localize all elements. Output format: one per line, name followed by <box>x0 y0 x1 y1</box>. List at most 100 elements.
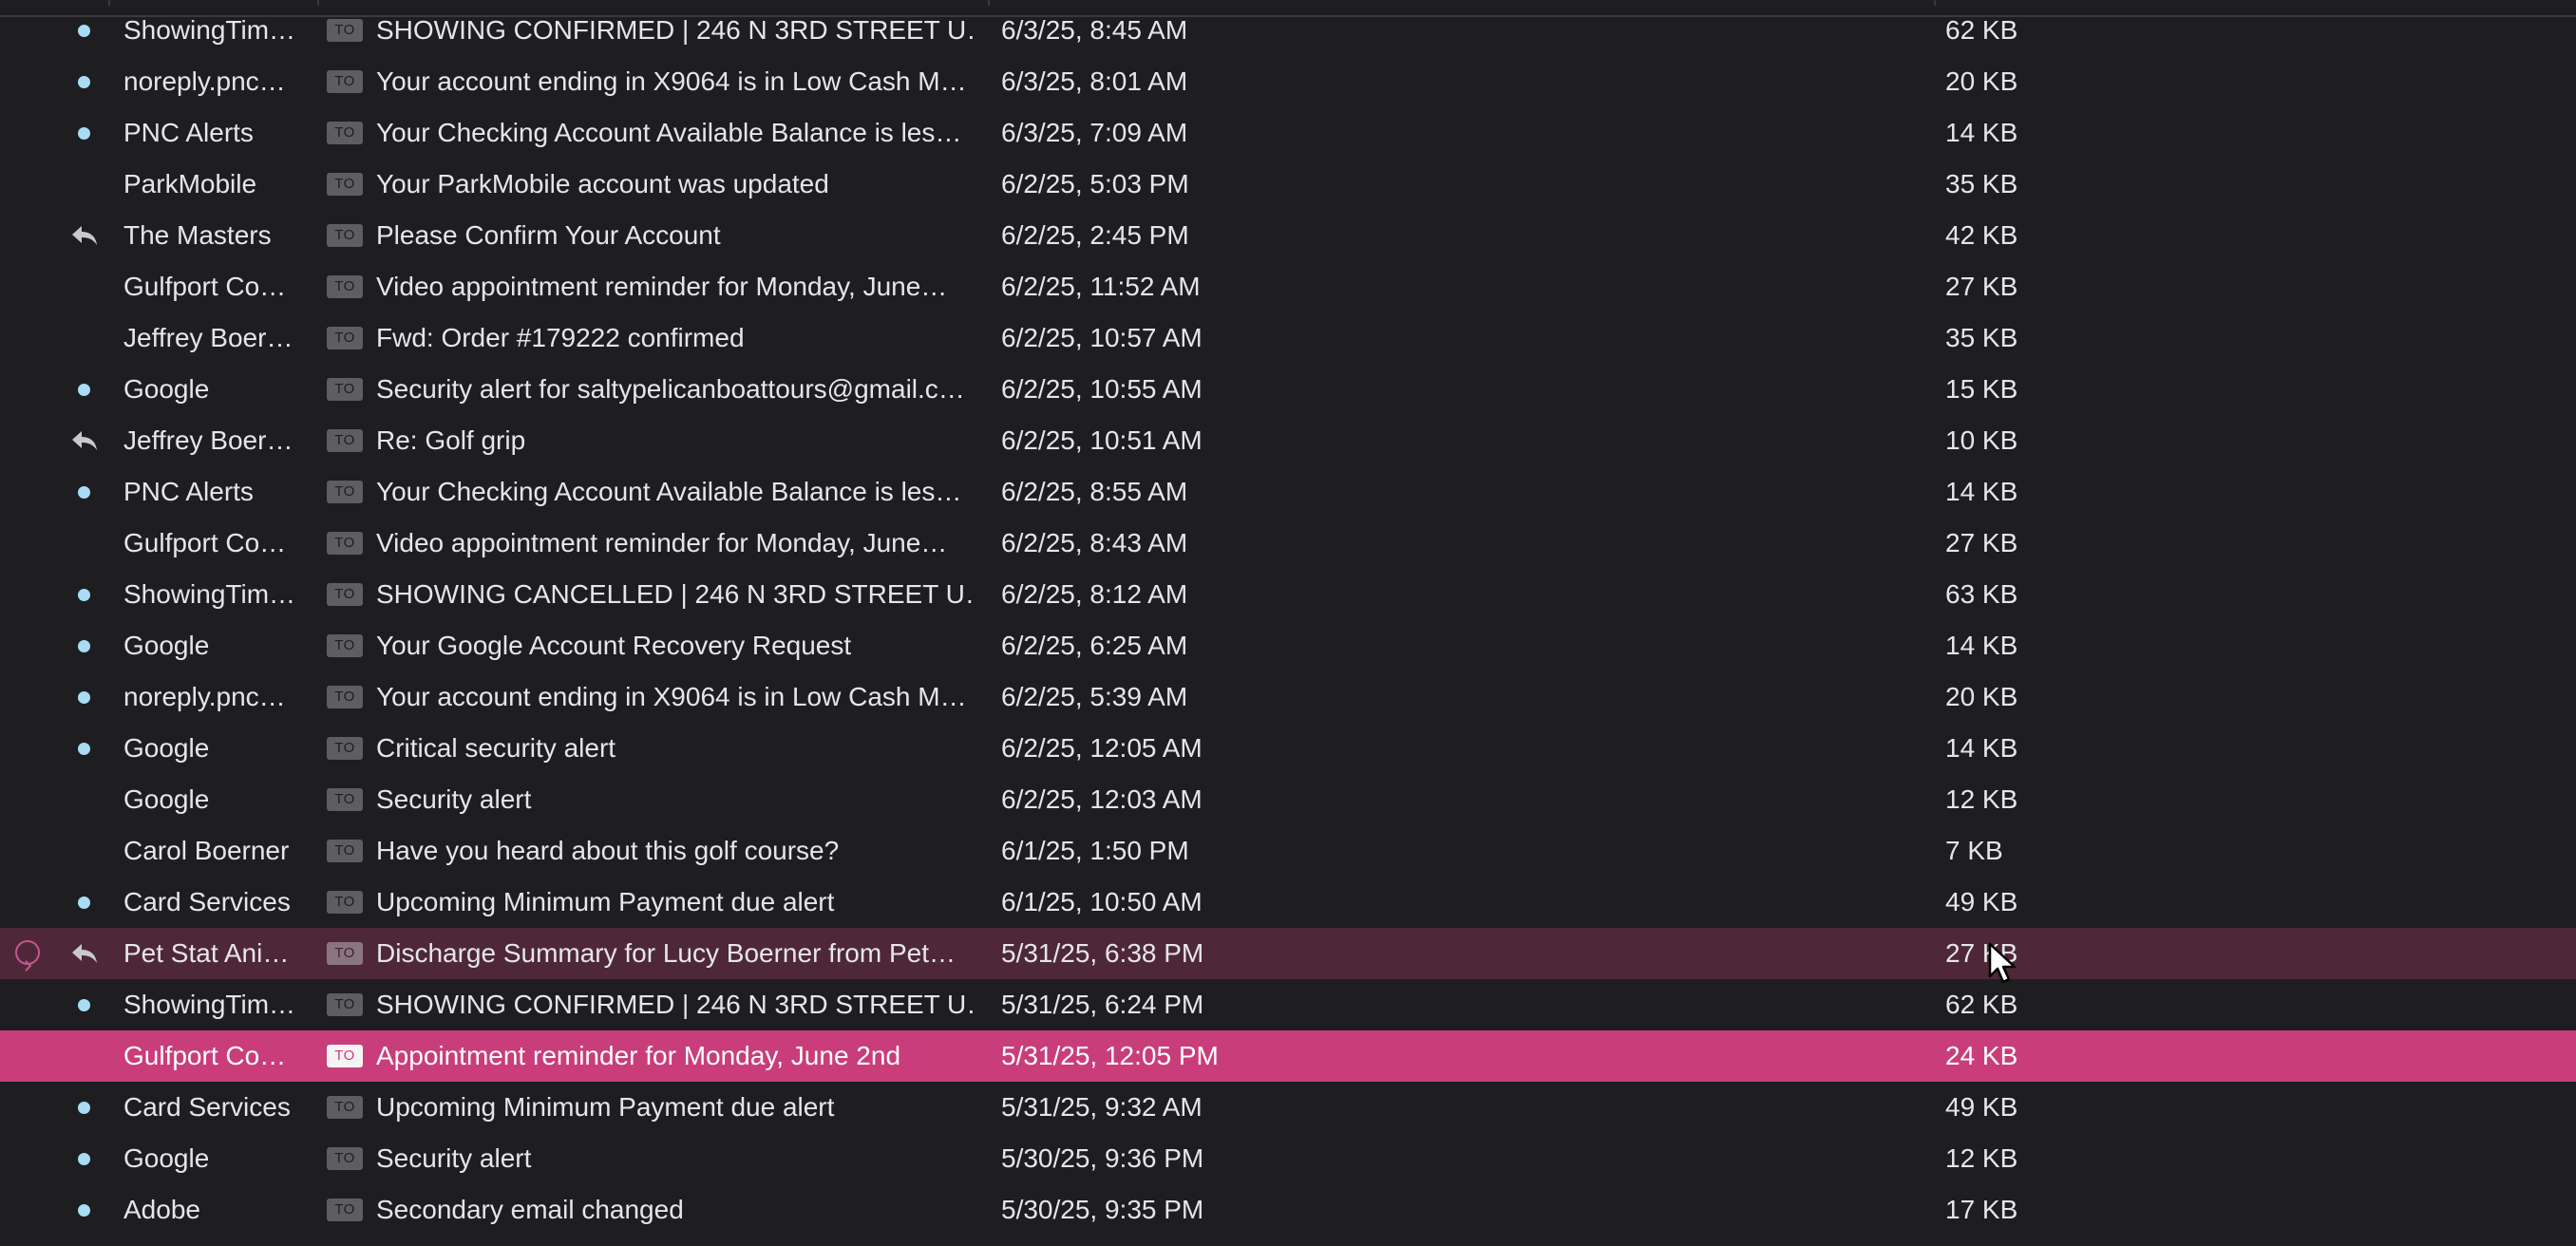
unread-dot-icon[interactable] <box>78 486 90 499</box>
message-row[interactable]: Card Services TO Upcoming Minimum Paymen… <box>0 877 2576 928</box>
date-text: 6/3/25, 8:45 AM <box>1001 15 1188 45</box>
subject-text: Re: Golf grip <box>376 425 526 455</box>
unread-dot-icon[interactable] <box>78 1102 90 1114</box>
subject-cell: Video appointment reminder for Monday, J… <box>376 261 975 312</box>
message-row[interactable]: Card Services TO Upcoming Minimum Paymen… <box>0 1082 2576 1133</box>
date-cell: 6/2/25, 5:03 PM <box>1001 159 1381 210</box>
to-badge-cell: TO <box>327 415 365 466</box>
subject-text: SHOWING CONFIRMED | 246 N 3RD STREET U… <box>376 15 975 45</box>
status-cell[interactable] <box>68 159 103 210</box>
date-text: 6/3/25, 7:09 AM <box>1001 118 1188 147</box>
date-text: 6/2/25, 2:45 PM <box>1001 220 1189 250</box>
status-cell[interactable] <box>68 415 103 466</box>
status-cell[interactable] <box>68 107 103 159</box>
status-cell[interactable] <box>68 312 103 364</box>
message-row[interactable]: PNC Alerts TO Your Checking Account Avai… <box>0 107 2576 159</box>
to-badge-cell: TO <box>327 928 365 979</box>
unread-dot-icon[interactable] <box>78 76 90 88</box>
status-cell[interactable] <box>68 1030 103 1082</box>
subject-text: Please Confirm Your Account <box>376 220 721 250</box>
date-text: 6/2/25, 10:55 AM <box>1001 374 1203 404</box>
to-badge-icon: TO <box>327 840 363 862</box>
unread-dot-icon[interactable] <box>78 1204 90 1217</box>
thread-action-cell <box>13 825 46 877</box>
status-cell[interactable] <box>68 723 103 774</box>
unread-dot-icon[interactable] <box>78 127 90 140</box>
message-row[interactable]: ShowingTim… TO SHOWING CONFIRMED | 246 N… <box>0 5 2576 56</box>
message-row[interactable]: ShowingTim… TO SHOWING CANCELLED | 246 N… <box>0 569 2576 620</box>
message-row[interactable]: Carol Boerner TO Have you heard about th… <box>0 825 2576 877</box>
date-text: 6/2/25, 12:03 AM <box>1001 784 1203 814</box>
status-cell[interactable] <box>68 877 103 928</box>
size-text: 15 KB <box>1945 374 2018 404</box>
sender-cell: Gulfport Co… <box>123 518 313 569</box>
chevron-circle-icon[interactable] <box>15 940 40 972</box>
sender-name: PNC Alerts <box>123 118 254 147</box>
to-badge-cell: TO <box>327 56 365 107</box>
message-row[interactable]: Jeffrey Boer… TO Re: Golf grip 6/2/25, 1… <box>0 415 2576 466</box>
unread-dot-icon[interactable] <box>78 999 90 1011</box>
status-cell[interactable] <box>68 1082 103 1133</box>
status-cell[interactable] <box>68 671 103 723</box>
subject-text: Your ParkMobile account was updated <box>376 169 829 198</box>
message-row[interactable]: Adobe TO Secondary email changed 5/30/25… <box>0 1184 2576 1236</box>
thread-action-cell <box>13 159 46 210</box>
unread-dot-icon[interactable] <box>78 897 90 909</box>
status-cell[interactable] <box>68 569 103 620</box>
status-cell[interactable] <box>68 928 103 979</box>
status-cell[interactable] <box>68 518 103 569</box>
message-row[interactable]: Gulfport Co… TO Video appointment remind… <box>0 261 2576 312</box>
reply-arrow-icon <box>72 226 97 245</box>
status-cell[interactable] <box>68 979 103 1030</box>
message-row[interactable]: Google TO Your Google Account Recovery R… <box>0 620 2576 671</box>
message-row[interactable]: PNC Alerts TO Your Checking Account Avai… <box>0 466 2576 518</box>
message-row[interactable]: Google TO Critical security alert 6/2/25… <box>0 723 2576 774</box>
thread-action-cell <box>13 312 46 364</box>
unread-dot-icon[interactable] <box>78 640 90 652</box>
size-text: 35 KB <box>1945 169 2018 198</box>
status-cell[interactable] <box>68 56 103 107</box>
message-row[interactable]: Gulfport Co… TO Appointment reminder for… <box>0 1030 2576 1082</box>
date-text: 5/30/25, 9:35 PM <box>1001 1195 1204 1224</box>
message-row[interactable]: noreply.pnc… TO Your account ending in X… <box>0 56 2576 107</box>
unread-dot-icon[interactable] <box>78 691 90 704</box>
status-cell[interactable] <box>68 620 103 671</box>
unread-dot-icon[interactable] <box>78 384 90 396</box>
message-row[interactable]: The Masters TO Please Confirm Your Accou… <box>0 210 2576 261</box>
status-cell[interactable] <box>68 774 103 825</box>
date-text: 5/31/25, 6:24 PM <box>1001 990 1204 1019</box>
status-cell[interactable] <box>68 5 103 56</box>
message-row[interactable]: noreply.pnc… TO Your account ending in X… <box>0 671 2576 723</box>
status-cell[interactable] <box>68 466 103 518</box>
subject-text: Security alert <box>376 784 532 814</box>
message-row[interactable]: Google TO Security alert 5/30/25, 9:36 P… <box>0 1133 2576 1184</box>
status-cell[interactable] <box>68 1184 103 1236</box>
status-cell[interactable] <box>68 364 103 415</box>
status-cell[interactable] <box>68 210 103 261</box>
status-cell[interactable] <box>68 825 103 877</box>
subject-text: Video appointment reminder for Monday, J… <box>376 272 948 301</box>
unread-dot-icon[interactable] <box>78 589 90 601</box>
size-text: 62 KB <box>1945 990 2018 1019</box>
message-list: ShowingTim… TO SHOWING CONFIRMED | 246 N… <box>0 0 2576 1246</box>
unread-dot-icon[interactable] <box>78 1153 90 1165</box>
message-row[interactable]: Google TO Security alert 6/2/25, 12:03 A… <box>0 774 2576 825</box>
status-cell[interactable] <box>68 1133 103 1184</box>
subject-cell: Secondary email changed <box>376 1184 975 1236</box>
message-row[interactable]: ShowingTim… TO SHOWING CONFIRMED | 246 N… <box>0 979 2576 1030</box>
date-cell: 6/1/25, 1:50 PM <box>1001 825 1381 877</box>
size-text: 7 KB <box>1945 836 2003 865</box>
to-badge-cell: TO <box>327 723 365 774</box>
unread-dot-icon[interactable] <box>78 743 90 755</box>
message-row[interactable]: Google TO Security alert for saltypelica… <box>0 364 2576 415</box>
message-row[interactable]: Jeffrey Boer… TO Fwd: Order #179222 conf… <box>0 312 2576 364</box>
thread-action-cell <box>13 415 46 466</box>
message-row[interactable]: ParkMobile TO Your ParkMobile account wa… <box>0 159 2576 210</box>
message-row[interactable]: Gulfport Co… TO Video appointment remind… <box>0 518 2576 569</box>
to-badge-cell: TO <box>327 774 365 825</box>
message-row[interactable]: Pet Stat Ani… TO Discharge Summary for L… <box>0 928 2576 979</box>
unread-dot-icon[interactable] <box>78 25 90 37</box>
status-cell[interactable] <box>68 261 103 312</box>
size-cell: 35 KB <box>1945 159 2135 210</box>
date-text: 6/2/25, 5:39 AM <box>1001 682 1188 711</box>
